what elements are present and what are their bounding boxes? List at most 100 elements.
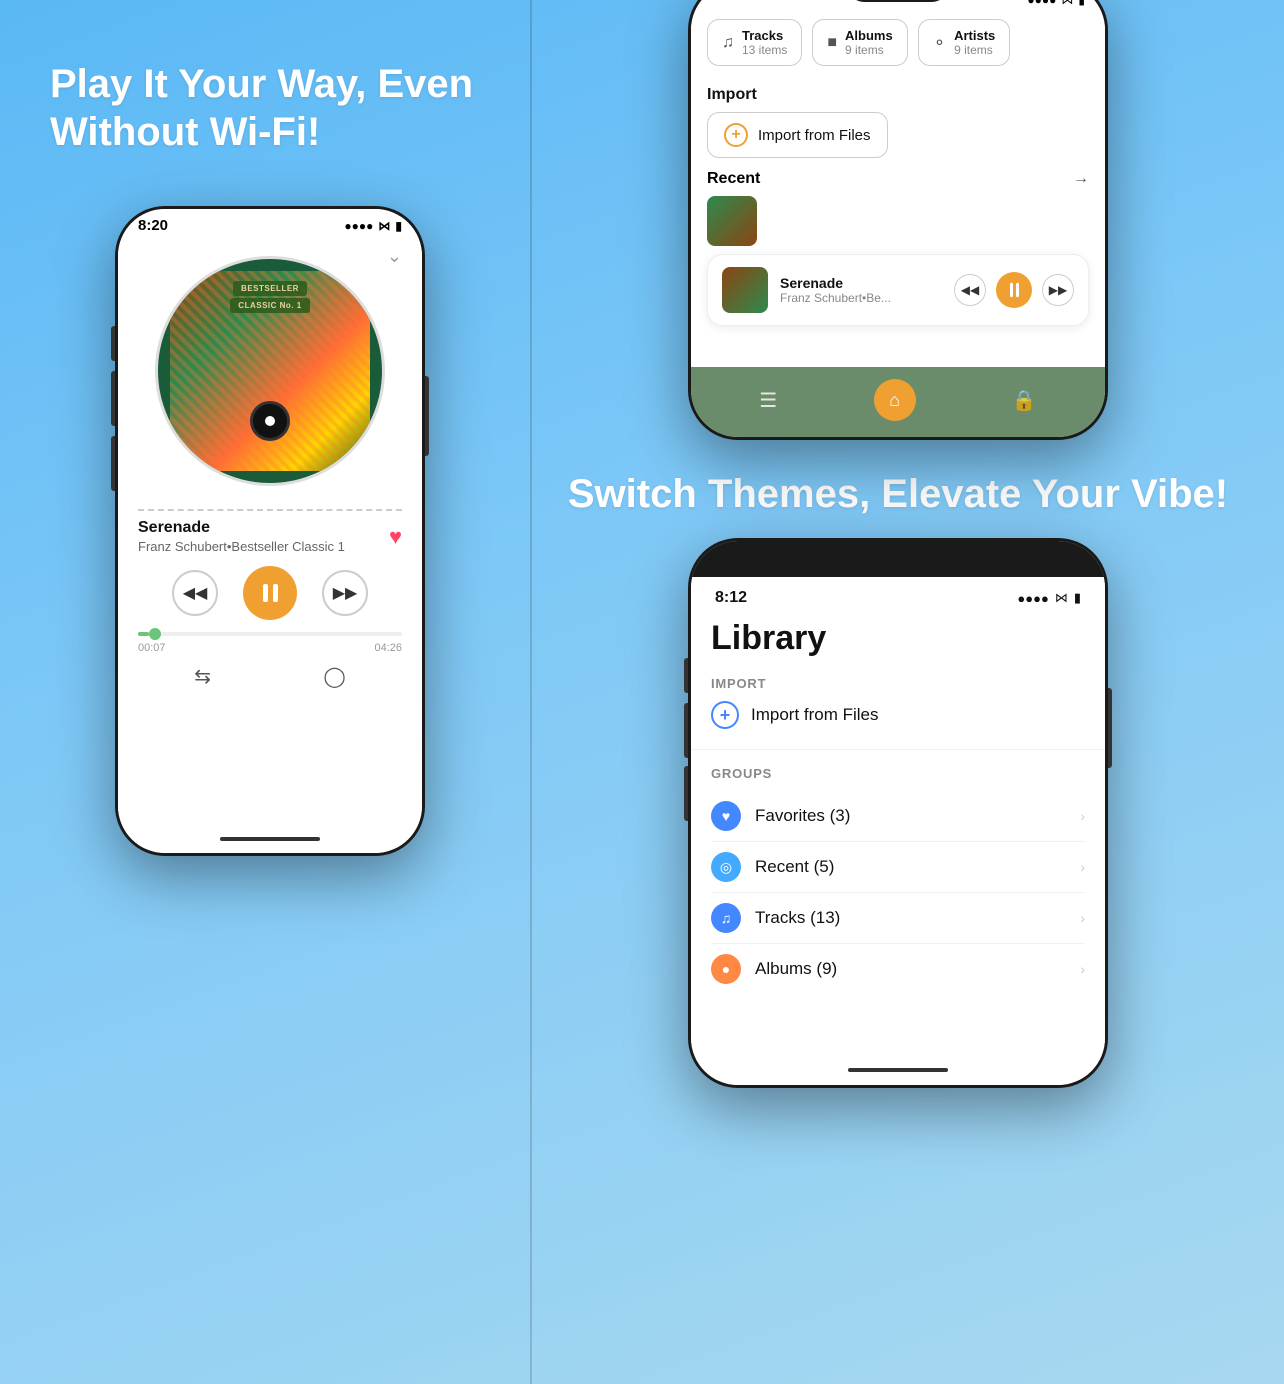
album-label-1: BESTSELLER [233, 281, 307, 296]
p2-tab-albums-name: Albums [845, 28, 893, 43]
p2-import-label-heading: Import [707, 86, 1089, 104]
tracks-icon: ♫ [722, 34, 734, 52]
album-art: BESTSELLER CLASSIC No. 1 [170, 271, 370, 471]
dashed-divider [138, 509, 402, 511]
p2-tab-tracks-count: 13 items [742, 43, 787, 57]
p3-time: 8:12 [715, 589, 747, 607]
p2-tab-artists-count: 9 items [954, 43, 995, 57]
p2-np-artist: Franz Schubert•Be... [780, 291, 942, 305]
side-btn-power [425, 376, 429, 456]
p2-tab-artists-name: Artists [954, 28, 995, 43]
progress-bar[interactable] [138, 632, 402, 636]
p2-recent-arrow-icon[interactable]: → [1073, 170, 1089, 188]
p3-group-chevron-icon-1: › [1080, 808, 1085, 824]
p3-group-albums[interactable]: ● Albums (9) › [711, 944, 1085, 994]
p3-side-btn-vol-down [684, 766, 688, 821]
p3-home-bar [848, 1068, 948, 1072]
p3-recent-icon: ◎ [711, 852, 741, 882]
p3-divider-1 [691, 749, 1105, 750]
p3-group-chevron-icon-3: › [1080, 910, 1085, 926]
progress-dot [149, 628, 161, 640]
p2-tab-artists-info: Artists 9 items [954, 28, 995, 57]
home-bar [220, 837, 320, 841]
pause-bar-right [273, 584, 278, 602]
p2-pause-bar-r [1016, 283, 1019, 297]
phone-2-wrapper: ●●●● ⋈ ▮ ♫ Tracks 13 items [688, 0, 1108, 440]
p2-tab-tracks-info: Tracks 13 items [742, 28, 787, 57]
p3-screen: Library IMPORT + Import from Files GROUP… [691, 611, 1105, 1055]
battery-icon: ▮ [395, 219, 402, 233]
p2-pause-icon [1010, 283, 1019, 297]
p3-library-title: Library [711, 619, 1085, 658]
side-btn-silent [111, 326, 115, 361]
p2-tabs: ♫ Tracks 13 items ■ Albums 9 items [707, 11, 1089, 74]
p3-albums-icon: ● [711, 954, 741, 984]
airplay-icon[interactable]: ◯ [323, 664, 345, 689]
phone-3-inner: 8:12 ●●●● ⋈ ▮ Library IMPORT + Import fr… [691, 541, 1105, 1085]
p2-np-pause-btn[interactable] [996, 272, 1032, 308]
next-button[interactable]: ▶▶ [322, 570, 368, 616]
p3-group-tracks[interactable]: ♫ Tracks (13) › [711, 893, 1085, 944]
p2-import-button[interactable]: + Import from Files [707, 112, 888, 158]
status-icons-1: ●●●● ⋈ ▮ [344, 219, 402, 233]
p3-favorites-icon: ♥ [711, 801, 741, 831]
p2-tab-albums[interactable]: ■ Albums 9 items [812, 19, 907, 66]
p3-group-recent[interactable]: ◎ Recent (5) › [711, 842, 1085, 893]
right-panel: ●●●● ⋈ ▮ ♫ Tracks 13 items [532, 0, 1284, 1384]
wifi-icon: ⋈ [378, 219, 390, 233]
favorite-heart-icon[interactable]: ♥ [389, 524, 402, 550]
p3-signal-icon: ●●●● [1017, 591, 1048, 606]
time-current: 00:07 [138, 642, 166, 654]
p2-recent-header: Recent → [707, 170, 1089, 188]
p2-tab-artists[interactable]: ⚬ Artists 9 items [918, 19, 1011, 66]
pause-bar-left [263, 584, 268, 602]
p2-status-right: ●●●● ⋈ ▮ [1027, 0, 1085, 7]
shuffle-icon[interactable]: ⇆ [194, 664, 211, 689]
p2-tb-home-icon: ⌂ [889, 390, 900, 411]
headline-1: Play It Your Way, Even Without Wi-Fi! [50, 60, 490, 156]
p3-import-plus-icon: + [711, 701, 739, 729]
p3-group-favorites[interactable]: ♥ Favorites (3) › [711, 791, 1085, 842]
p3-group-tracks-label: Tracks (13) [755, 908, 1080, 928]
p2-tab-albums-count: 9 items [845, 43, 893, 57]
p2-import-btn-label: Import from Files [758, 127, 871, 144]
albums-icon: ■ [827, 34, 837, 52]
p3-home-indicator [691, 1055, 1105, 1085]
p2-tab-tracks[interactable]: ♫ Tracks 13 items [707, 19, 802, 66]
p2-recent-thumb-1 [707, 196, 757, 246]
p2-np-next-btn[interactable]: ▶▶ [1042, 274, 1074, 306]
chevron-down-icon[interactable]: ⌄ [387, 246, 402, 267]
p2-battery-icon: ▮ [1078, 0, 1085, 7]
prev-button[interactable]: ◀◀ [172, 570, 218, 616]
phone-1-inner: 8:20 ●●●● ⋈ ▮ ⌄ BESTSELLER CLASSIC No. 1 [118, 209, 422, 853]
p3-group-chevron-icon-2: › [1080, 859, 1085, 875]
extra-controls: ⇆ ◯ [138, 664, 402, 689]
vinyl-dot [265, 416, 275, 426]
p2-status-bar: ●●●● ⋈ ▮ [691, 0, 1105, 11]
p2-np-album-art [722, 267, 768, 313]
album-art-container: BESTSELLER CLASSIC No. 1 [155, 256, 385, 486]
phone-3: 8:12 ●●●● ⋈ ▮ Library IMPORT + Import fr… [688, 538, 1108, 1088]
phone-2: ●●●● ⋈ ▮ ♫ Tracks 13 items [688, 0, 1108, 440]
p3-side-btn-silent [684, 658, 688, 693]
p2-tb-menu-icon[interactable]: ☰ [759, 388, 777, 413]
p3-import-row[interactable]: + Import from Files [711, 701, 1085, 729]
pause-button[interactable] [243, 566, 297, 620]
p2-tb-home-button[interactable]: ⌂ [874, 379, 916, 421]
p3-group-recent-label: Recent (5) [755, 857, 1080, 877]
p3-favorites-heart-icon: ♥ [722, 808, 730, 824]
p3-tracks-note-icon: ♫ [721, 910, 732, 926]
progress-fill [138, 632, 149, 636]
p3-status-icons: ●●●● ⋈ ▮ [1017, 590, 1081, 606]
track-text: Serenade Franz Schubert•Bestseller Class… [138, 519, 345, 554]
p2-now-playing-bar: Serenade Franz Schubert•Be... ◀◀ [707, 254, 1089, 326]
p2-recent-label: Recent [707, 170, 760, 188]
track-info: Serenade Franz Schubert•Bestseller Class… [138, 519, 402, 554]
artists-icon: ⚬ [933, 33, 946, 53]
p3-group-favorites-label: Favorites (3) [755, 806, 1080, 826]
p2-np-controls: ◀◀ ▶▶ [954, 272, 1074, 308]
p2-tab-bar: ☰ ⌂ 🔒 [691, 367, 1105, 437]
home-indicator-1 [118, 825, 422, 853]
p2-tb-lock-icon[interactable]: 🔒 [1012, 388, 1037, 413]
p2-np-prev-btn[interactable]: ◀◀ [954, 274, 986, 306]
